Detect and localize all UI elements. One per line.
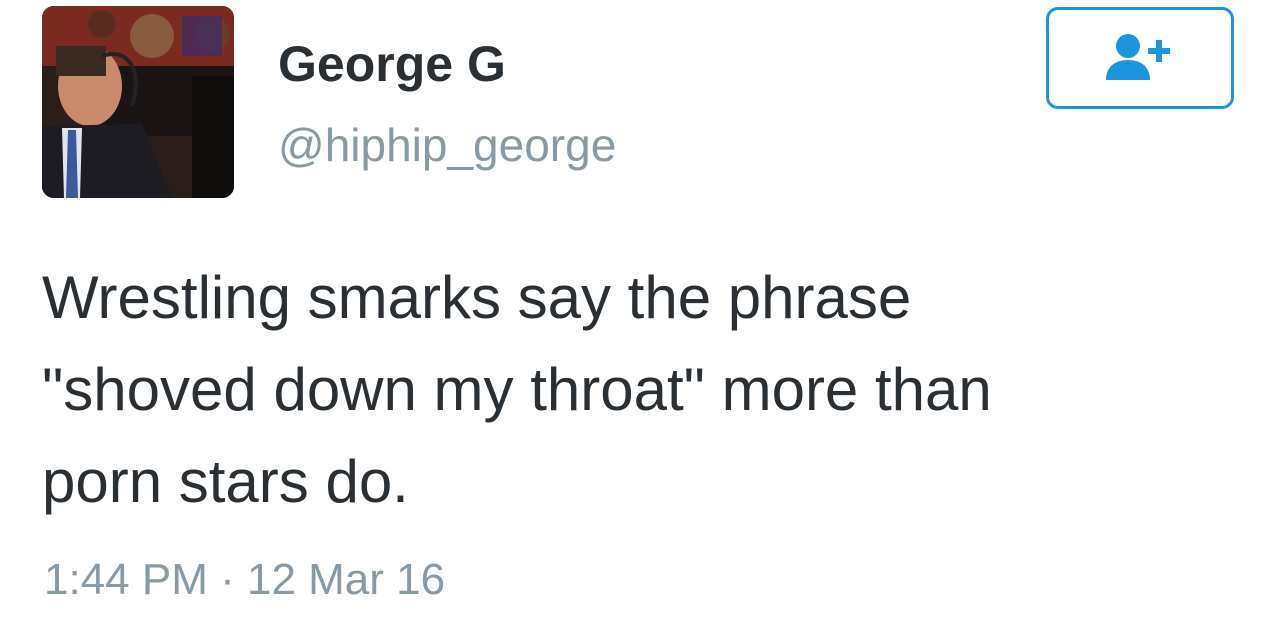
tweet-text: Wrestling smarks say the phrase "shoved … bbox=[42, 252, 1242, 528]
avatar[interactable] bbox=[42, 6, 234, 198]
follow-button[interactable] bbox=[1046, 7, 1234, 109]
tweet-date: 12 Mar 16 bbox=[246, 555, 446, 604]
tweet-time: 1:44 PM bbox=[44, 555, 208, 604]
tweet-timestamp[interactable]: 1:44 PM · 12 Mar 16 bbox=[44, 554, 445, 607]
follow-user-plus-icon bbox=[1106, 34, 1170, 80]
avatar-photo bbox=[42, 6, 234, 198]
display-name[interactable]: George G bbox=[278, 34, 506, 94]
tweet-line: Wrestling smarks say the phrase bbox=[42, 264, 912, 331]
tweet-line: "shoved down my throat" more than bbox=[42, 356, 992, 423]
timestamp-separator: · bbox=[207, 555, 247, 604]
user-handle[interactable]: @hiphip_george bbox=[278, 118, 616, 173]
tweet-line: porn stars do. bbox=[42, 448, 409, 515]
